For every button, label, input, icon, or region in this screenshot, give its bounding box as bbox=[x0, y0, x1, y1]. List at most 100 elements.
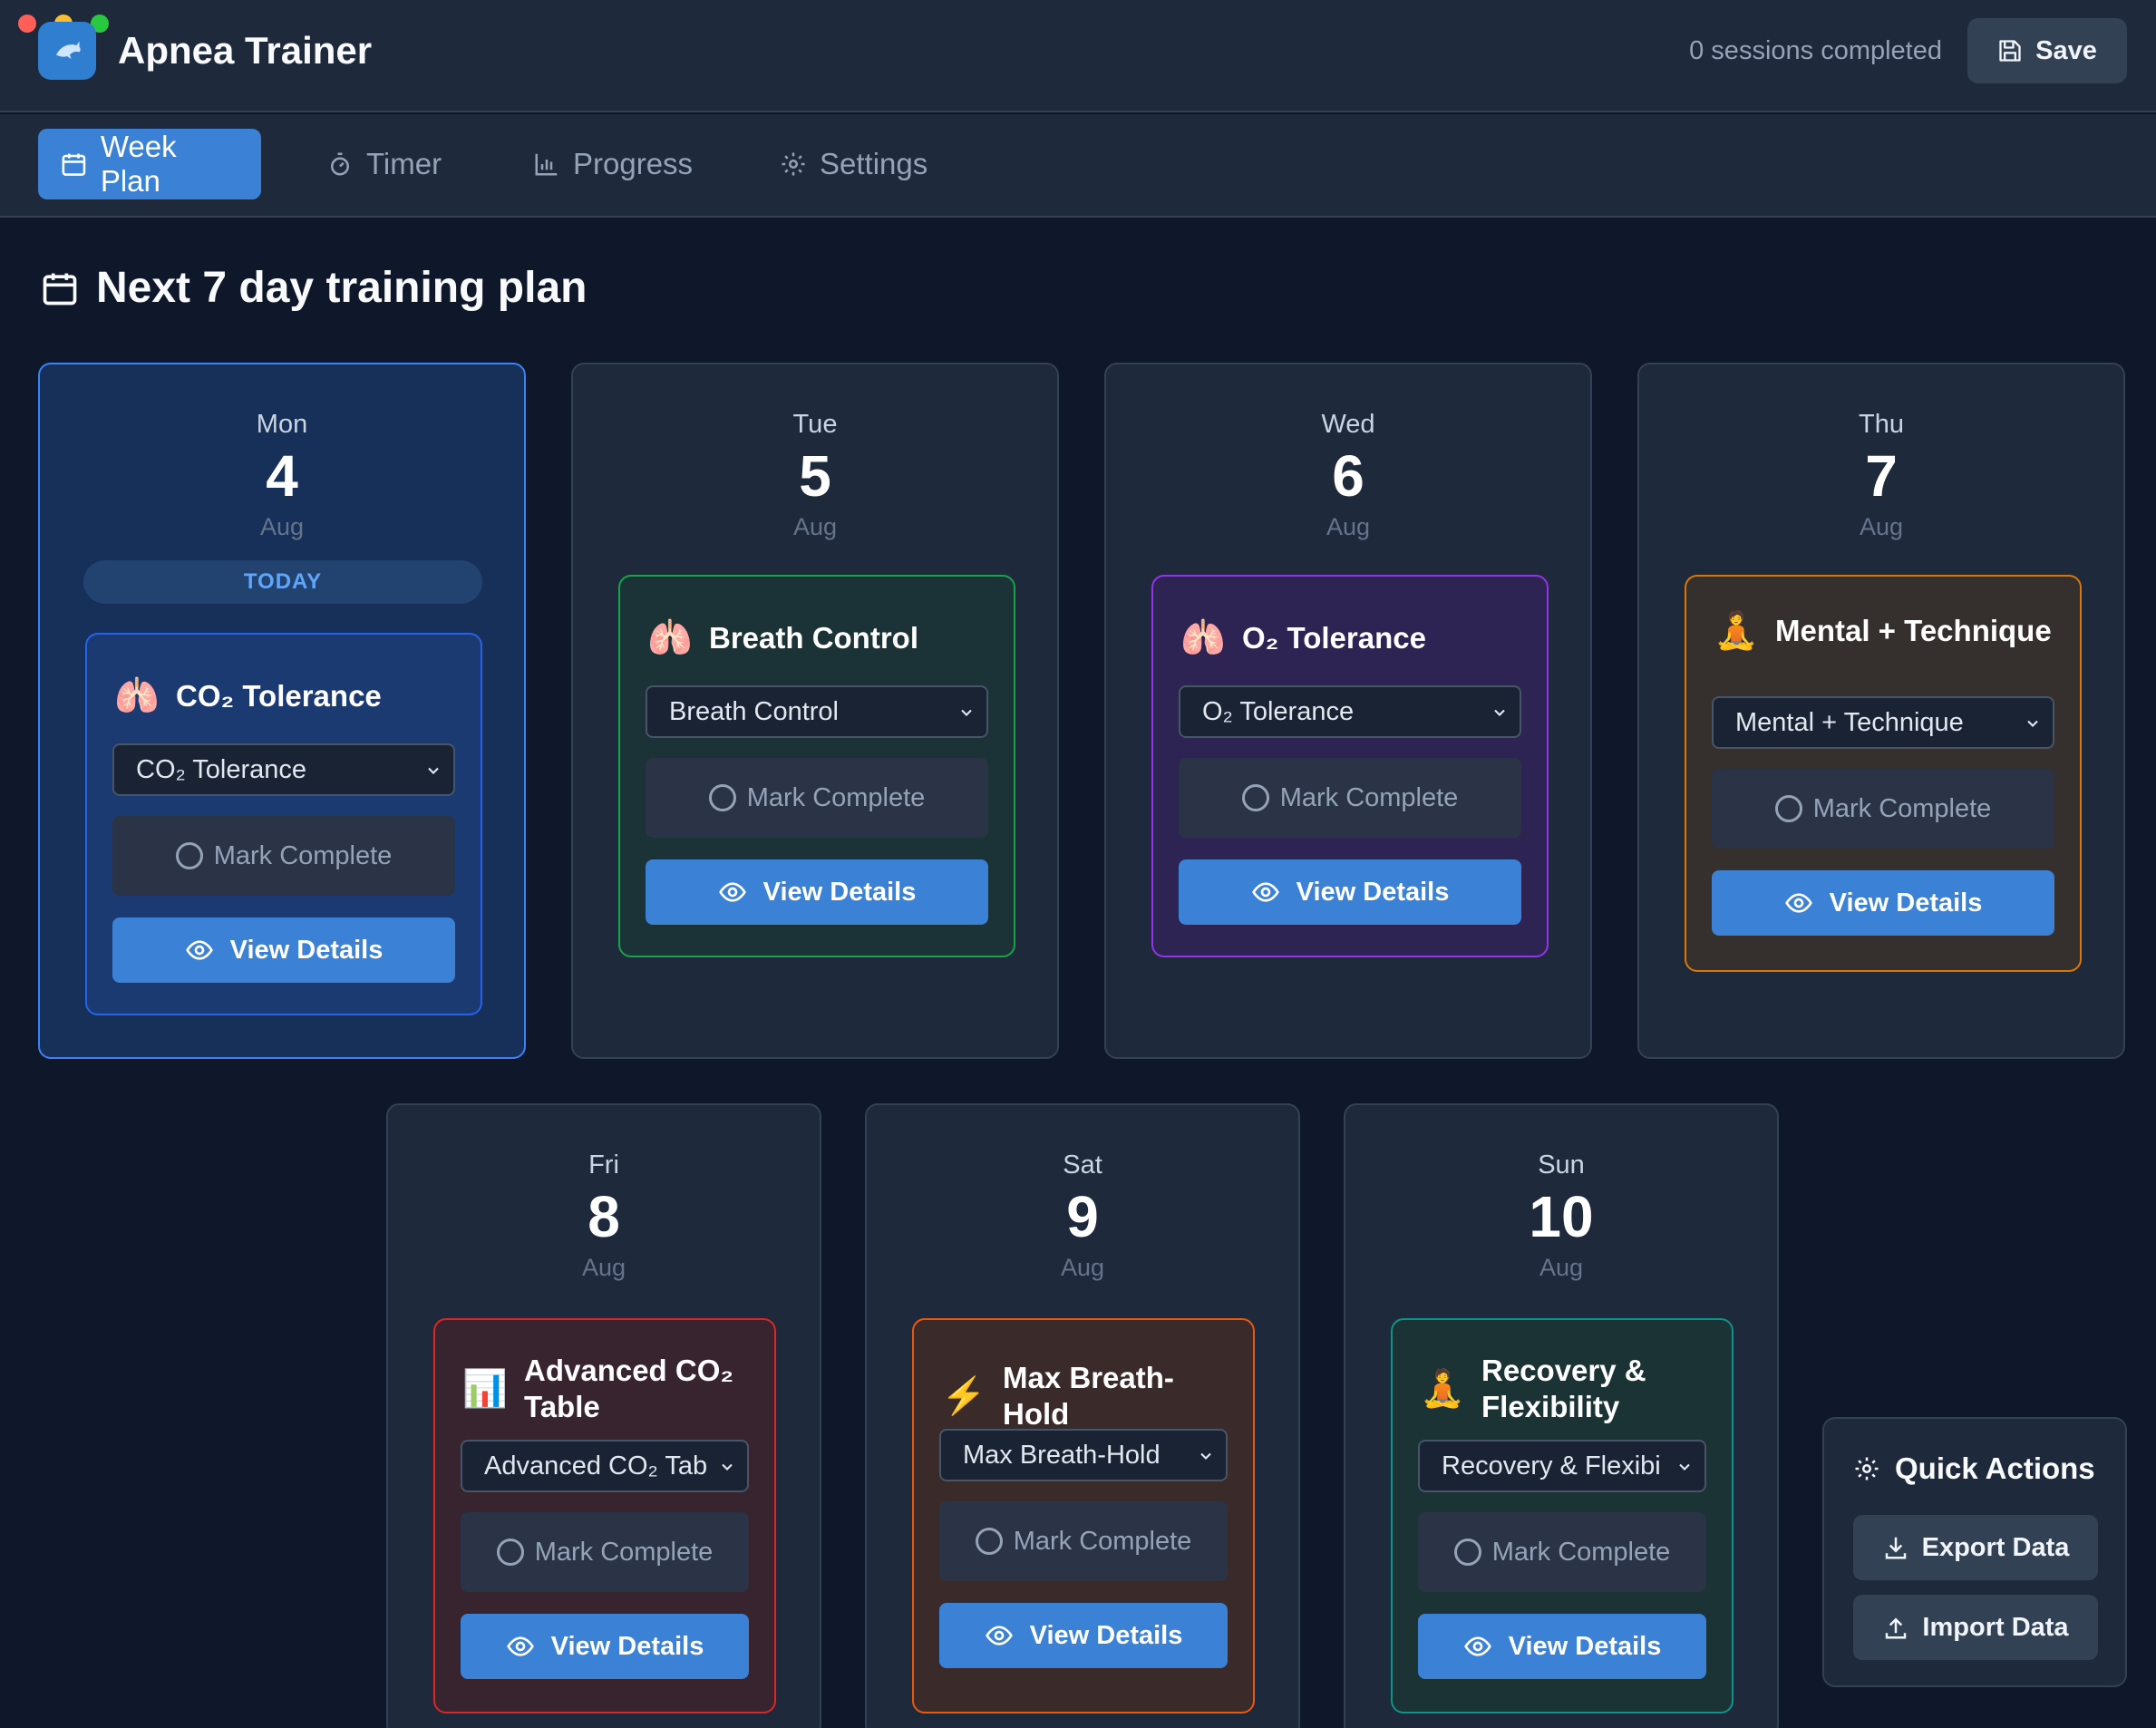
select-value: Advanced CO₂ Tab bbox=[484, 1451, 708, 1480]
mark-complete-button[interactable]: Mark Complete bbox=[1179, 758, 1521, 838]
day-card-mon: Mon 4 Aug TODAY 🫁 CO₂ Tolerance CO₂ Tole… bbox=[38, 363, 526, 1059]
view-details-button[interactable]: View Details bbox=[1712, 870, 2054, 936]
mark-complete-button[interactable]: Mark Complete bbox=[646, 758, 988, 838]
session-type-select[interactable]: Recovery & Flexibi bbox=[1418, 1440, 1706, 1492]
mark-complete-button[interactable]: Mark Complete bbox=[112, 816, 455, 896]
session-type-select[interactable]: Max Breath-Hold bbox=[939, 1429, 1228, 1481]
view-details-button[interactable]: View Details bbox=[646, 859, 988, 925]
session-card: 🫁 O₂ Tolerance O₂ Tolerance Mark Complet… bbox=[1151, 575, 1549, 957]
mark-complete-label: Mark Complete bbox=[534, 1537, 714, 1567]
eye-icon bbox=[718, 882, 746, 902]
stopwatch-icon bbox=[331, 152, 349, 176]
view-details-button[interactable]: View Details bbox=[939, 1603, 1228, 1668]
tab-label: Week Plan bbox=[100, 130, 177, 198]
select-value: Max Breath-Hold bbox=[963, 1440, 1161, 1470]
page-heading: Next 7 day training plan bbox=[96, 264, 588, 312]
day-name: Sun bbox=[1538, 1150, 1585, 1180]
select-value: Breath Control bbox=[669, 696, 839, 726]
day-number: 5 bbox=[799, 443, 831, 509]
chevron-down-icon bbox=[961, 709, 972, 716]
day-number: 8 bbox=[588, 1184, 620, 1249]
eye-icon bbox=[1463, 1636, 1491, 1656]
app-header: Apnea Trainer 0 sessions completed Save bbox=[0, 0, 2156, 112]
bar-chart-icon bbox=[535, 153, 558, 176]
save-button[interactable]: Save bbox=[1967, 18, 2127, 83]
mark-complete-button[interactable]: Mark Complete bbox=[1418, 1512, 1706, 1592]
session-type-select[interactable]: CO₂ Tolerance bbox=[112, 743, 455, 796]
session-header: ⚡ Max Breath-Hold bbox=[941, 1360, 1235, 1432]
day-month: Aug bbox=[259, 513, 305, 540]
day-card-sat: Sat 9 Aug ⚡ Max Breath-Hold Max Breath-H… bbox=[865, 1103, 1300, 1728]
tab-timer[interactable]: Timer bbox=[305, 129, 463, 199]
day-name: Mon bbox=[256, 410, 308, 439]
chevron-down-icon bbox=[428, 767, 439, 774]
tab-progress[interactable]: Progress bbox=[511, 129, 714, 199]
today-badge: TODAY bbox=[83, 560, 482, 604]
tab-settings[interactable]: Settings bbox=[758, 129, 949, 199]
session-header: 📊 Advanced CO₂ Table bbox=[462, 1353, 756, 1425]
view-details-label: View Details bbox=[229, 935, 384, 965]
session-card: 📊 Advanced CO₂ Table Advanced CO₂ Tab Ma… bbox=[433, 1318, 776, 1713]
app-title: Apnea Trainer bbox=[118, 29, 373, 72]
tab-bar: Week Plan Timer Progress Settings bbox=[0, 114, 2156, 218]
day-number: 4 bbox=[266, 443, 298, 509]
eye-icon bbox=[506, 1636, 534, 1656]
view-details-button[interactable]: View Details bbox=[461, 1614, 749, 1679]
tab-week-plan[interactable]: Week Plan bbox=[38, 129, 261, 199]
download-icon bbox=[1885, 1537, 1906, 1559]
day-card-sun: Sun 10 Aug 🧘 Recovery & Flexibility Reco… bbox=[1344, 1103, 1779, 1728]
lungs-icon: 🫁 bbox=[1180, 618, 1226, 658]
session-title: Mental + Technique bbox=[1775, 614, 2052, 647]
chevron-down-icon bbox=[1494, 709, 1505, 716]
day-month: Aug bbox=[792, 513, 838, 540]
gear-icon bbox=[1855, 1457, 1879, 1480]
select-value: Recovery & Flexibi bbox=[1442, 1451, 1661, 1480]
view-details-label: View Details bbox=[762, 877, 917, 907]
lungs-icon: 🫁 bbox=[647, 618, 693, 658]
mark-complete-label: Mark Complete bbox=[1812, 793, 1992, 823]
day-card-fri: Fri 8 Aug 📊 Advanced CO₂ Table Advanced … bbox=[386, 1103, 821, 1728]
eye-icon bbox=[1784, 893, 1812, 913]
save-icon bbox=[1999, 40, 2021, 62]
day-card-tue: Tue 5 Aug 🫁 Breath Control Breath Contro… bbox=[571, 363, 1059, 1059]
mark-complete-button[interactable]: Mark Complete bbox=[1712, 769, 2054, 849]
mark-complete-button[interactable]: Mark Complete bbox=[461, 1512, 749, 1592]
export-data-button[interactable]: Export Data bbox=[1853, 1515, 2098, 1580]
session-title: CO₂ Tolerance bbox=[176, 679, 382, 713]
session-type-select[interactable]: Advanced CO₂ Tab bbox=[461, 1440, 749, 1492]
sessions-count: 0 sessions completed bbox=[1689, 36, 1942, 65]
day-name: Fri bbox=[588, 1150, 619, 1180]
day-name: Wed bbox=[1321, 410, 1375, 439]
session-title: Recovery & Flexibility bbox=[1481, 1354, 1646, 1423]
mark-complete-label: Mark Complete bbox=[1013, 1526, 1192, 1556]
session-type-select[interactable]: O₂ Tolerance bbox=[1179, 685, 1521, 738]
view-details-button[interactable]: View Details bbox=[112, 917, 455, 983]
session-type-select[interactable]: Breath Control bbox=[646, 685, 988, 738]
calendar-icon bbox=[62, 153, 86, 176]
view-details-button[interactable]: View Details bbox=[1179, 859, 1521, 925]
mark-complete-button[interactable]: Mark Complete bbox=[939, 1501, 1228, 1581]
session-type-select[interactable]: Mental + Technique bbox=[1712, 696, 2054, 749]
circle-icon bbox=[975, 1528, 1003, 1555]
quick-actions-panel: Quick Actions Export Data Import Data bbox=[1822, 1417, 2127, 1687]
day-number: 6 bbox=[1332, 443, 1364, 509]
view-details-button[interactable]: View Details bbox=[1418, 1614, 1706, 1679]
day-name: Sat bbox=[1063, 1150, 1102, 1180]
session-card: 🫁 Breath Control Breath Control Mark Com… bbox=[618, 575, 1015, 957]
page-title: Next 7 day training plan bbox=[40, 263, 587, 313]
session-header: 🧘 Recovery & Flexibility bbox=[1420, 1353, 1714, 1425]
calendar-icon bbox=[43, 273, 77, 305]
close-window-button[interactable] bbox=[18, 15, 36, 33]
select-value: Mental + Technique bbox=[1735, 707, 1964, 737]
view-details-label: View Details bbox=[1296, 877, 1450, 907]
day-number: 9 bbox=[1066, 1184, 1099, 1249]
select-value: O₂ Tolerance bbox=[1202, 696, 1355, 726]
lightning-icon: ⚡ bbox=[941, 1376, 986, 1416]
view-details-label: View Details bbox=[550, 1631, 704, 1661]
chevron-down-icon bbox=[722, 1463, 733, 1471]
import-data-button[interactable]: Import Data bbox=[1853, 1595, 2098, 1660]
dolphin-icon bbox=[38, 22, 96, 80]
session-title: Breath Control bbox=[709, 621, 918, 655]
view-details-label: View Details bbox=[1829, 888, 1983, 917]
meditation-icon: 🧘 bbox=[1714, 611, 1759, 651]
